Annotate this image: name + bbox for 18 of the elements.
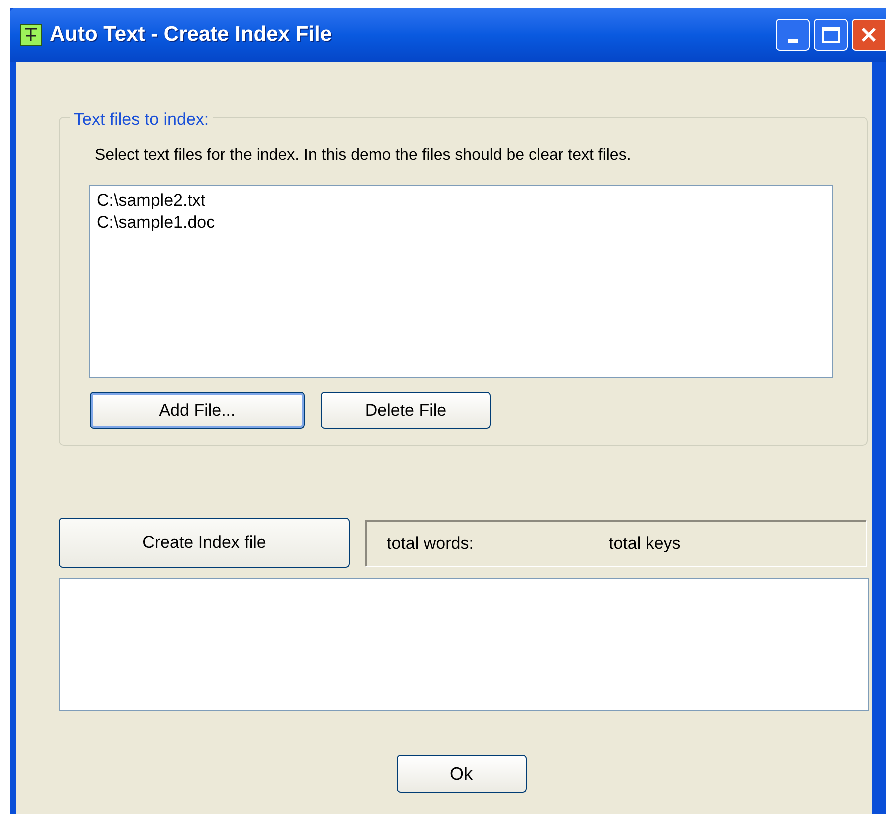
file-list-item[interactable]: C:\sample2.txt	[97, 190, 206, 212]
file-list-item[interactable]: C:\sample1.doc	[97, 212, 216, 234]
total-words-label: total words:	[387, 532, 475, 555]
description-text: Select text files for the index. In this demo the files should be clear text files.	[95, 146, 632, 166]
minimize-button[interactable]	[776, 19, 810, 51]
file-list[interactable]: C:\sample2.txt C:\sample1.doc	[89, 185, 833, 378]
ok-button[interactable]: Ok	[396, 755, 526, 793]
create-index-button[interactable]: Create Index file	[59, 518, 350, 568]
add-file-button[interactable]: Add File...	[90, 392, 305, 429]
close-icon	[860, 26, 878, 44]
delete-file-button[interactable]: Delete File	[321, 392, 491, 429]
maximize-button[interactable]	[814, 19, 848, 51]
close-button[interactable]	[852, 19, 886, 51]
total-keys-label: total keys	[609, 532, 681, 555]
maximize-icon	[822, 27, 840, 43]
window-title: Auto Text - Create Index File	[50, 22, 332, 48]
app-icon	[20, 24, 42, 46]
minimize-icon	[788, 39, 798, 43]
